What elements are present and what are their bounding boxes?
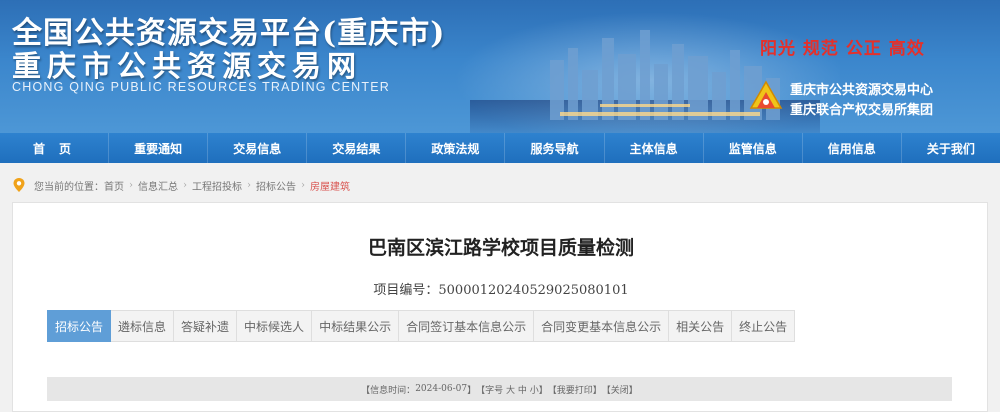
nav-entity-info[interactable]: 主体信息 — [605, 133, 704, 163]
font-size-small[interactable]: 小 — [530, 383, 539, 396]
info-time: 2024-06-07 — [415, 384, 468, 394]
trading-center-logo-icon — [749, 80, 783, 109]
tab-selection-info[interactable]: 遴标信息 — [111, 310, 175, 342]
tab-termination[interactable]: 终止公告 — [732, 310, 796, 342]
tab-related-notices[interactable]: 相关公告 — [669, 310, 733, 342]
header-banner: 全国公共资源交易平台(重庆市) 重庆市公共资源交易网 CHONG QING PU… — [0, 0, 1000, 133]
font-size-close: 】 — [538, 385, 548, 396]
tab-winning-candidates[interactable]: 中标候选人 — [237, 310, 313, 342]
site-english-name: CHONG QING PUBLIC RESOURCES TRADING CENT… — [12, 80, 390, 94]
nav-service-guide[interactable]: 服务导航 — [505, 133, 605, 163]
nav-home[interactable]: 首页 — [0, 133, 110, 163]
breadcrumb-bid-notice[interactable]: 招标公告 — [256, 178, 296, 193]
breadcrumb-separator: › — [183, 179, 187, 191]
font-size-label: 【字号 — [476, 385, 506, 396]
org-name-1: 重庆市公共资源交易中心 — [790, 83, 934, 98]
tab-qa-supplement[interactable]: 答疑补遗 — [174, 310, 238, 342]
breadcrumb-home[interactable]: 首页 — [104, 178, 124, 193]
tab-contract-change[interactable]: 合同变更基本信息公示 — [534, 310, 670, 342]
print-button[interactable]: 【我要打印】 — [548, 383, 602, 396]
breadcrumb-engineering[interactable]: 工程招投标 — [192, 178, 242, 193]
info-toolbar: 【信息时间： 2024-06-07】【字号 大 中 小】【我要打印】 【关闭】 — [47, 377, 952, 401]
site-subtitle: 重庆市公共资源交易网 — [12, 49, 363, 83]
project-code-line: 项目编号：500001202405290250801​01 — [13, 279, 989, 298]
close-button[interactable]: 【关闭】 — [602, 383, 638, 396]
project-code-value: 500001202405290250801​01 — [438, 283, 629, 298]
nav-about[interactable]: 关于我们 — [902, 133, 1000, 163]
breadcrumb-summary[interactable]: 信息汇总 — [138, 178, 178, 193]
breadcrumb: 您当前的位置： 首页 › 信息汇总 › 工程招投标 › 招标公告 › 房屋建筑 — [12, 175, 350, 195]
breadcrumb-current[interactable]: 房屋建筑 — [310, 178, 350, 193]
notice-tabs: 招标公告 遴标信息 答疑补遗 中标候选人 中标结果公示 合同签订基本信息公示 合… — [47, 310, 796, 342]
breadcrumb-prefix: 您当前的位置： — [34, 181, 104, 193]
main-nav: 首页 重要通知 交易信息 交易结果 政策法规 服务导航 主体信息 监管信息 信用… — [0, 133, 1000, 163]
nav-supervision[interactable]: 监管信息 — [704, 133, 803, 163]
info-time-label: 【信息时间： — [361, 385, 416, 396]
nav-notices[interactable]: 重要通知 — [109, 133, 209, 163]
breadcrumb-separator: › — [129, 179, 133, 191]
nav-credit[interactable]: 信用信息 — [803, 133, 902, 163]
breadcrumb-separator: › — [301, 179, 305, 191]
content-panel: 巴南区滨江路学校项目质量检测 项目编号：50000120240529025080… — [12, 202, 988, 412]
slogan: 阳光 规范 公正 高效 — [760, 39, 925, 59]
font-size-medium[interactable]: 中 — [518, 383, 527, 396]
breadcrumb-separator: › — [247, 179, 251, 191]
info-time-close: 】 — [467, 385, 477, 396]
tab-bid-notice[interactable]: 招标公告 — [47, 310, 112, 342]
location-pin-icon — [13, 178, 25, 192]
tab-winning-result[interactable]: 中标结果公示 — [312, 310, 400, 342]
project-title: 巴南区滨江路学校项目质量检测 — [367, 237, 634, 259]
nav-policies[interactable]: 政策法规 — [406, 133, 506, 163]
nav-trade-results[interactable]: 交易结果 — [307, 133, 407, 163]
project-code-label: 项目编号： — [373, 283, 439, 298]
org-name-2: 重庆联合产权交易所集团 — [790, 103, 934, 118]
nav-trade-info[interactable]: 交易信息 — [208, 133, 308, 163]
tab-contract-signing[interactable]: 合同签订基本信息公示 — [399, 310, 535, 342]
font-size-large[interactable]: 大 — [506, 383, 515, 396]
